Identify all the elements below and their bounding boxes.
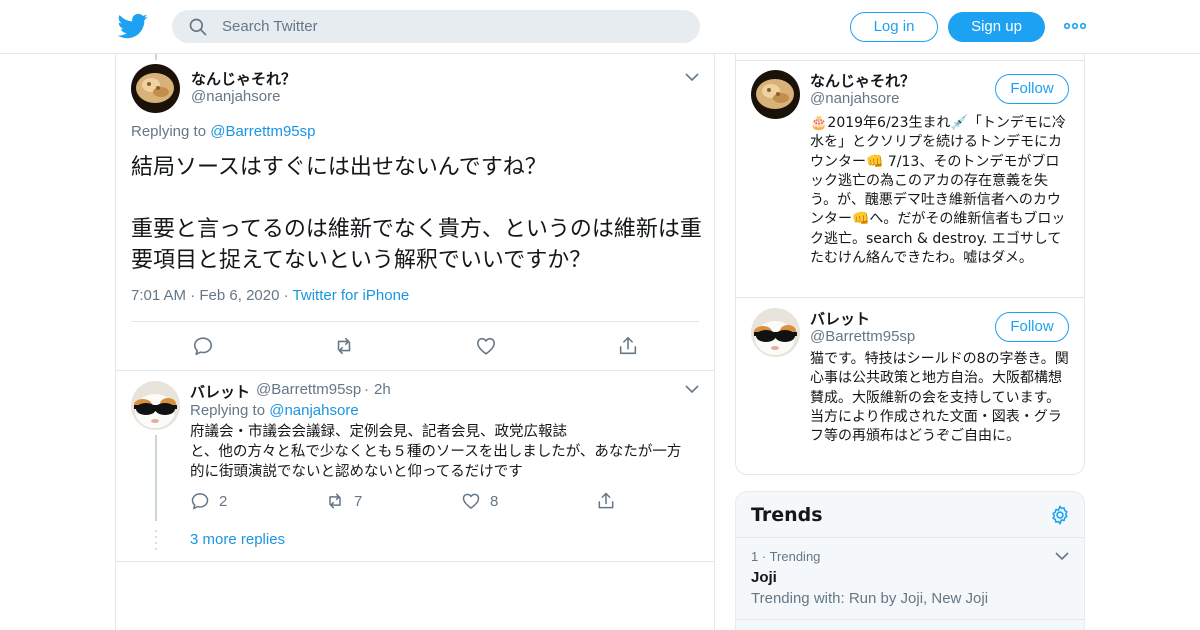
avatar-image [131, 64, 180, 113]
replying-to-link[interactable]: @Barrettm95sp [210, 123, 315, 140]
replying-to: Replying to @nanjahsore [190, 402, 359, 419]
divider [116, 370, 714, 371]
chevron-down-icon[interactable] [685, 384, 699, 394]
separator-dot: · [190, 287, 200, 304]
divider [736, 619, 1084, 620]
divider [736, 60, 1084, 61]
separator-dot: · [283, 287, 293, 304]
user-bio: 猫です。特技はシールドの8の字巻き。関心事は公共政策と地方自治。大阪都構想賛成。… [810, 351, 1069, 445]
replying-to-label: Replying to [131, 123, 207, 140]
tweet-time[interactable]: 7:01 AM [131, 287, 186, 304]
more-options-icon[interactable] [1064, 18, 1086, 34]
user-name[interactable]: なんじゃそれ？ [810, 70, 915, 91]
tweet-date[interactable]: Feb 6, 2020 [199, 287, 279, 304]
separator-dot: · [761, 549, 770, 564]
share-icon[interactable] [617, 335, 639, 357]
trend-related: Trending with: Run by Joji, New Joji [751, 590, 989, 607]
retweet-icon[interactable] [333, 335, 355, 357]
reply-count: 2 [219, 493, 228, 510]
related-users-card: なんじゃそれ？ @nanjahsore Follow 🎂2019年6/23生まれ… [735, 54, 1085, 475]
like-icon[interactable] [475, 335, 497, 357]
thread-connector-line [155, 54, 157, 60]
top-navigation-bar: Log in Sign up [0, 0, 1200, 54]
chevron-down-icon[interactable] [1055, 551, 1069, 561]
twitter-bird-icon[interactable] [118, 11, 148, 41]
tweet-age-separator: · [364, 381, 369, 398]
thread-connector-line [155, 435, 157, 521]
trend-rank: 1 [751, 549, 759, 564]
more-replies-dots-icon [155, 530, 157, 550]
user-bio: 🎂2019年6/23生まれ💉「トンデモに冷水を」とクソリプを続けるトンデモにカウ… [810, 115, 1066, 267]
tweet-meta: 7:01 AM · Feb 6, 2020 · Twitter for iPho… [131, 287, 409, 304]
retweet-icon[interactable] [325, 491, 345, 511]
like-icon[interactable] [461, 491, 481, 511]
avatar-image [751, 308, 800, 357]
trends-title: Trends [751, 504, 823, 526]
replying-to: Replying to @Barrettm95sp [131, 123, 315, 140]
replying-to-label: Replying to [190, 402, 266, 419]
avatar[interactable] [751, 70, 800, 119]
trend-context: 1 · Trending [751, 549, 820, 564]
follow-button[interactable]: Follow [995, 312, 1069, 342]
tweet-text: 結局ソースはすぐには出せないんですね？ 重要と言ってるのは維新でなく貴方、という… [131, 155, 702, 273]
reply-icon[interactable] [192, 335, 214, 357]
divider [736, 537, 1084, 538]
tweet-author-handle[interactable]: @Barrettm95sp [256, 381, 361, 398]
gear-icon[interactable] [1049, 504, 1071, 526]
tweet-author-handle[interactable]: @nanjahsore [191, 88, 280, 105]
tweet-author-name[interactable]: バレット [190, 381, 250, 402]
search-bar[interactable] [172, 10, 700, 43]
replying-to-link[interactable]: @nanjahsore [269, 402, 358, 419]
tweet-source-link[interactable]: Twitter for iPhone [293, 287, 410, 304]
avatar[interactable] [751, 308, 800, 357]
chevron-down-icon[interactable] [685, 72, 699, 82]
reply-icon[interactable] [190, 491, 210, 511]
trend-label: Trending [769, 549, 821, 564]
tweet-age[interactable]: 2h [374, 381, 391, 398]
conversation-timeline: なんじゃそれ？ @nanjahsore Replying to @Barrett… [115, 54, 715, 630]
divider [736, 297, 1084, 298]
avatar[interactable] [131, 381, 180, 430]
follow-button[interactable]: Follow [995, 74, 1069, 104]
like-count: 8 [490, 493, 499, 510]
signup-button[interactable]: Sign up [948, 12, 1045, 42]
user-handle[interactable]: @Barrettm95sp [810, 328, 915, 345]
divider [131, 321, 699, 322]
trend-name[interactable]: Joji [751, 569, 777, 586]
trends-panel: Trends 1 · Trending Joji Trending with: … [735, 491, 1085, 630]
avatar-image [751, 70, 800, 119]
search-input[interactable] [222, 10, 682, 43]
avatar-image [131, 381, 180, 430]
search-icon [189, 18, 207, 36]
show-more-replies-link[interactable]: 3 more replies [190, 531, 285, 548]
user-handle[interactable]: @nanjahsore [810, 90, 899, 107]
share-icon[interactable] [596, 491, 616, 511]
avatar[interactable] [131, 64, 180, 113]
user-name[interactable]: バレット [810, 308, 870, 329]
tweet-text: 府議会・市議会会議録、定例会見、記者会見、政党広報誌 と、他の方々と私で少なくと… [190, 424, 682, 480]
divider [116, 561, 714, 562]
tweet-author-name[interactable]: なんじゃそれ？ [191, 68, 296, 89]
login-button[interactable]: Log in [850, 12, 938, 42]
retweet-count: 7 [354, 493, 363, 510]
